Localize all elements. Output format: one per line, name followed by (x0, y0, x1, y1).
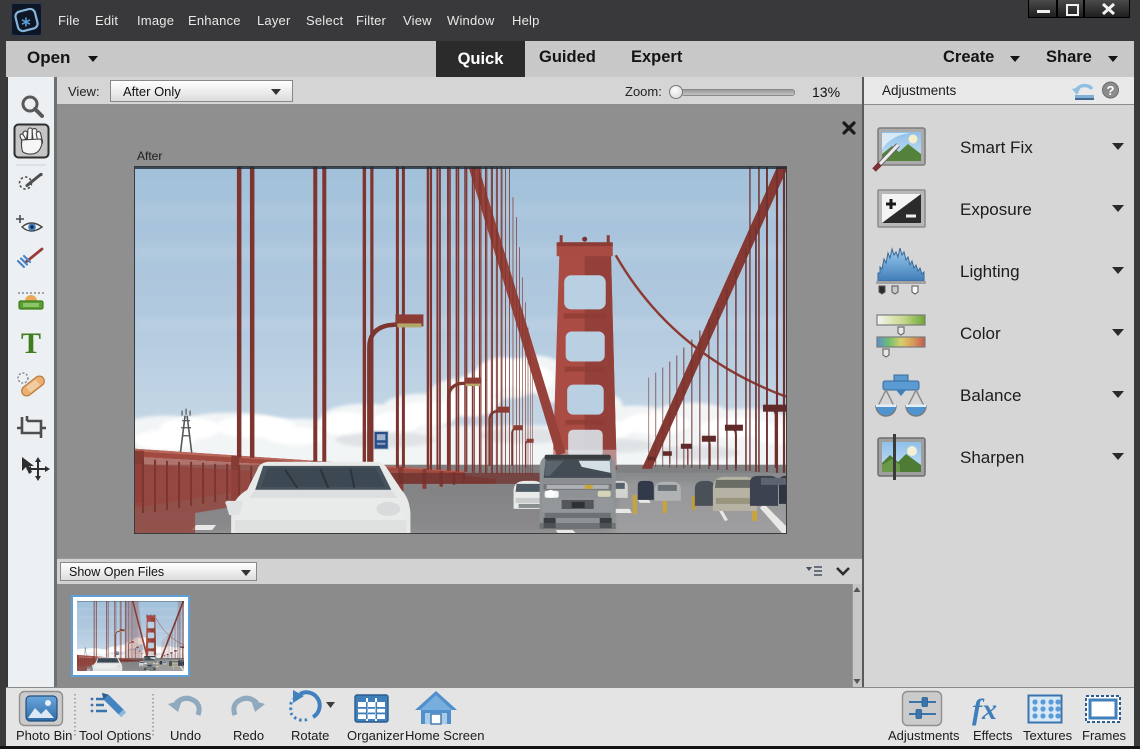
svg-text:fx: fx (972, 693, 997, 726)
svg-text:?: ? (1107, 83, 1115, 98)
svg-text:T: T (21, 327, 41, 360)
